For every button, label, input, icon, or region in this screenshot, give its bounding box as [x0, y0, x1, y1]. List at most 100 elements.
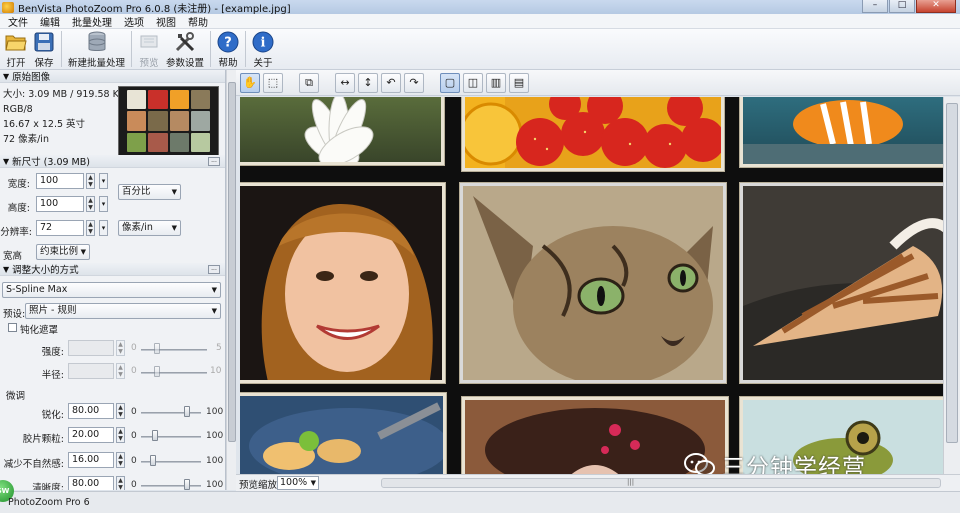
main-toolbar: 打开 保存 新建批量处理 预览 参数设置 ? 帮助 i 关于	[0, 29, 960, 70]
new-size-header[interactable]: ▼ 新尺寸 (3.09 MB)	[0, 155, 225, 168]
width-spinner[interactable]: ▲ ▼	[86, 173, 95, 189]
artifact-reduction-slider-thumb[interactable]	[149, 455, 156, 466]
sharpness-spinner[interactable]: ▲ ▼	[116, 403, 125, 419]
film-grain-slider-thumb[interactable]	[151, 430, 158, 441]
width-unit-menu[interactable]: ▾	[99, 173, 108, 189]
photo-fish	[740, 97, 943, 167]
menu-batch[interactable]: 批量处理	[66, 14, 118, 29]
new-batch-button[interactable]: 新建批量处理	[65, 29, 128, 69]
menu-help[interactable]: 帮助	[182, 14, 214, 29]
film-grain-spinner[interactable]: ▲ ▼	[116, 427, 125, 443]
artifact-reduction-spinner[interactable]: ▲ ▼	[116, 452, 125, 468]
toolbar-separator	[245, 31, 247, 67]
clarity-min: 0	[131, 480, 137, 490]
about-button[interactable]: i 关于	[249, 29, 277, 69]
resolution-unit-select[interactable]: 像素/in ▼	[118, 220, 181, 236]
parameters-button[interactable]: 参数设置	[163, 29, 207, 69]
crop-icon[interactable]: ⧉	[299, 72, 319, 93]
side-by-side-view-icon[interactable]: ▥	[486, 72, 506, 93]
sharpness-label: 锐化:	[41, 410, 64, 421]
maximize-button[interactable]: □	[889, 0, 915, 13]
radius-slider-track[interactable]	[141, 372, 207, 374]
radius-slider-thumb[interactable]	[154, 366, 160, 377]
height-field[interactable]: 100	[36, 196, 84, 212]
parameters-label: 参数设置	[166, 58, 205, 69]
stacked-view-icon[interactable]: ▤	[509, 72, 529, 93]
sharpness-slider-track[interactable]	[141, 412, 201, 414]
film-grain-min: 0	[131, 431, 137, 441]
flip-vertical-icon[interactable]: ↕	[358, 72, 378, 93]
menu-file[interactable]: 文件	[2, 14, 34, 29]
new-size-heading: 新尺寸 (3.09 MB)	[12, 157, 90, 168]
size-unit-value: 百分比	[122, 186, 151, 197]
menu-edit[interactable]: 编辑	[34, 14, 66, 29]
menu-view[interactable]: 视图	[150, 14, 182, 29]
single-view-icon[interactable]: ▢	[440, 72, 460, 93]
settings-scrollbar-thumb[interactable]	[228, 82, 236, 442]
new-size-more-button[interactable]: ...	[208, 157, 220, 166]
film-grain-max: 100	[206, 431, 224, 441]
clarity-spinner[interactable]: ▲ ▼	[116, 476, 125, 490]
artifact-reduction-max: 100	[206, 456, 224, 466]
artifact-reduction-field[interactable]: 16.00	[68, 452, 114, 468]
resize-method-header[interactable]: ▼ 调整大小的方式	[0, 263, 225, 276]
sharpness-field[interactable]: 80.00	[68, 403, 114, 419]
film-grain-field[interactable]: 20.00	[68, 427, 114, 443]
help-label: 帮助	[218, 58, 238, 69]
size-unit-select[interactable]: 百分比 ▼	[118, 184, 181, 200]
preview-vertical-scrollbar[interactable]	[943, 97, 960, 474]
resize-method-more-button[interactable]: ...	[208, 265, 220, 274]
sharpness-slider-thumb[interactable]	[184, 406, 191, 417]
amount-field[interactable]	[68, 340, 114, 356]
chevron-down-icon: ▼	[80, 248, 86, 256]
radius-min: 0	[131, 366, 137, 376]
resize-method-select[interactable]: S-Spline Max ▼	[2, 282, 221, 298]
image-thumbnail	[118, 86, 219, 156]
window-title: BenVista PhotoZoom Pro 6.0.8 (未注册) - [ex…	[18, 3, 291, 15]
height-unit-menu[interactable]: ▾	[99, 196, 108, 212]
clarity-slider-thumb[interactable]	[184, 479, 191, 490]
height-spinner[interactable]: ▲ ▼	[86, 196, 95, 212]
split-view-icon[interactable]: ◫	[463, 72, 483, 93]
unsharp-mask-checkbox[interactable]	[8, 323, 17, 332]
preview-vertical-scrollbar-thumb[interactable]	[946, 103, 958, 443]
select-tool-icon[interactable]: ⬚	[263, 72, 283, 93]
clarity-slider-track[interactable]	[141, 485, 201, 487]
aspect-ratio-select[interactable]: 约束比例 ▼	[36, 244, 90, 260]
amount-spinner[interactable]: ▲ ▼	[116, 340, 125, 356]
amount-slider-thumb[interactable]	[154, 343, 160, 354]
photo-woman	[240, 183, 445, 383]
width-field[interactable]: 100	[36, 173, 84, 189]
radius-max: 10	[210, 366, 222, 376]
zoom-select[interactable]: 100% ▼	[277, 476, 319, 490]
minimize-button[interactable]: –	[862, 0, 888, 13]
help-button[interactable]: ? 帮助	[214, 29, 242, 69]
preset-select[interactable]: 照片 - 规则 ▼	[25, 303, 221, 319]
settings-scrollbar[interactable]	[226, 70, 236, 490]
preset-label: 预设:	[3, 309, 26, 320]
image-preview[interactable]	[240, 97, 943, 474]
save-button[interactable]: 保存	[30, 29, 58, 69]
rotate-left-icon[interactable]: ↶	[381, 72, 401, 93]
close-button[interactable]: ✕	[916, 0, 956, 13]
menu-options[interactable]: 选项	[118, 14, 150, 29]
preview-button[interactable]: 预览	[135, 29, 163, 69]
preview-bottom-bar: 预览缩放: 100% ▼ |||	[236, 474, 960, 491]
rotate-right-icon[interactable]: ↷	[404, 72, 424, 93]
film-grain-slider-track[interactable]	[141, 436, 201, 438]
resolution-spinner[interactable]: ▲ ▼	[86, 220, 95, 236]
resolution-unit-menu[interactable]: ▾	[99, 220, 108, 236]
original-image-header[interactable]: ▼ 原始图像	[0, 70, 225, 83]
new-batch-label: 新建批量处理	[68, 58, 126, 69]
toolbar-separator	[131, 31, 133, 67]
radius-field[interactable]	[68, 363, 114, 379]
amount-slider-track[interactable]	[141, 349, 207, 351]
resolution-field[interactable]: 72	[36, 220, 84, 236]
preview-horizontal-scrollbar[interactable]: |||	[381, 478, 941, 488]
open-button[interactable]: 打开	[2, 29, 30, 69]
film-grain-label: 胶片颗粒:	[22, 434, 64, 445]
clarity-field[interactable]: 80.00	[68, 476, 114, 490]
hand-tool-icon[interactable]: ✋	[240, 72, 260, 93]
radius-spinner[interactable]: ▲ ▼	[116, 363, 125, 379]
flip-horizontal-icon[interactable]: ↔	[335, 72, 355, 93]
